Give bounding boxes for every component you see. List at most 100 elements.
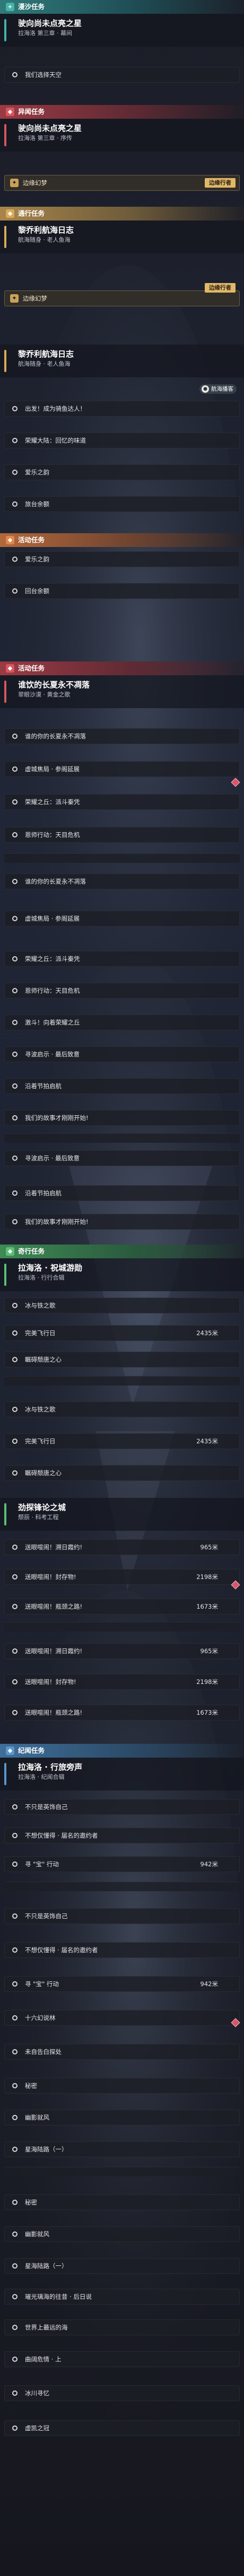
quest-step[interactable]: 送眼喧闹！瓶颈之路! 1673米	[4, 1705, 240, 1721]
quest-step[interactable]: 送眼喧闹！溯日霞约! 965米	[4, 1643, 240, 1659]
quest-title: 驶向尚未点亮之星	[18, 123, 82, 133]
quest-step[interactable]: 幽影就风	[4, 2226, 240, 2242]
quest-title: 黎乔利航海日志	[18, 349, 74, 359]
quest-step[interactable]: 谁的你的长夏永不凋落	[4, 874, 240, 889]
quest-entry[interactable]: 谁饮的长夏永不凋落 翠眼沙漠 · 黄金之歌	[0, 675, 244, 708]
quest-step[interactable]: 虚凯之冠	[4, 2420, 240, 2436]
quest-step[interactable]: 荣耀大陆：回忆的味道	[4, 433, 240, 448]
quest-step[interactable]: 不只是英饰自己	[4, 1908, 240, 1924]
quest-entry[interactable]: 拉海洛 · 祝城游勋 拉海洛 · 行行合辑	[0, 1258, 244, 1291]
circle-icon	[12, 1357, 18, 1362]
quest-subtitle: 颓辰 · 科考工程	[18, 1514, 59, 1521]
quest-step[interactable]: 完美飞行日 2435米	[4, 1325, 240, 1341]
quest-step[interactable]: 恩师行动：天目危机	[4, 983, 240, 999]
quest-step[interactable]: 不想仅懂得 · 届名的邀约者	[4, 1942, 240, 1958]
quest-step[interactable]: 冰与铁之歌	[4, 1298, 240, 1313]
quest-entry[interactable]: 拉海洛 · 行旅旁声 拉海洛 · 纪闻合辑	[0, 1758, 244, 1790]
quest-step[interactable]: 十六幻说林	[4, 2010, 240, 2026]
quest-step[interactable]: 未自告白探处	[4, 2044, 240, 2060]
quest-step[interactable]: 我们选择天空	[4, 67, 240, 83]
step-label: 秘密	[25, 2082, 37, 2089]
quest-step[interactable]: 曲阔危情 · 上	[4, 2351, 240, 2367]
quest-entry[interactable]: 驶向尚未点亮之星 拉海洛 第三章 · 幕间	[0, 14, 244, 47]
quest-step[interactable]: 激斗！向着荣耀之丘	[4, 1014, 240, 1030]
quest-step[interactable]: 寻波启示 · 最后致意	[4, 1150, 240, 1166]
quest-step[interactable]: 旅台余额	[4, 496, 240, 512]
quest-step[interactable]: 出发！成为骑鱼达人！	[4, 401, 240, 417]
quest-step[interactable]: 荣耀之丘：派斗秦凭	[4, 951, 240, 967]
quest-step[interactable]: 星海陆路（一）	[4, 2258, 240, 2274]
quest-entry[interactable]: 劲探锋论之城 颓辰 · 科考工程	[0, 1498, 244, 1531]
diamond-icon: ◆	[6, 108, 14, 116]
section-header-yiwen[interactable]: ◆ 异闻任务	[0, 105, 244, 119]
quest-step[interactable]: 沿着节拍启航	[4, 1185, 240, 1201]
divider-bar	[4, 1882, 240, 1891]
quest-step[interactable]: 璀光璃海的往昔 · 后日说	[4, 2289, 240, 2305]
step-label: 回台余额	[25, 587, 49, 595]
quest-step[interactable]: 寻波启示 · 最后致意	[4, 1046, 240, 1062]
quest-entry[interactable]: 黎乔利航海日志 航海随身 · 老人鱼海	[0, 345, 244, 377]
quest-step[interactable]: 回台余额	[4, 583, 240, 599]
step-label: 寻 "宝" 行动	[25, 1980, 59, 1988]
quest-step[interactable]: 送眼喧闹！溯日霞约! 965米	[4, 1539, 240, 1555]
quest-step[interactable]: 送眼喧闹！瓶颈之路! 1673米	[4, 1599, 240, 1615]
quest-step[interactable]: 寻 "宝" 行动 942米	[4, 1976, 240, 1992]
circle-icon	[12, 557, 18, 562]
quest-step[interactable]: 恩师行动：天目危机	[4, 827, 240, 843]
circle-icon	[12, 2147, 18, 2152]
quest-step[interactable]: 送眼喧闹！封存物! 2198米	[4, 1674, 240, 1690]
section-header-jianghu[interactable]: + 漫沙任务	[0, 0, 244, 14]
circle-icon	[12, 734, 18, 739]
marker-diamond-icon	[231, 778, 240, 787]
step-label: 未自告白探处	[25, 2048, 62, 2055]
quest-step[interactable]: 寻 "宝" 行动 942米	[4, 1856, 240, 1872]
quest-accent-bar	[4, 19, 6, 41]
quest-step[interactable]: 世界上最远的海	[4, 2319, 240, 2335]
circle-icon	[12, 1330, 18, 1336]
quest-step[interactable]: 爱乐之韵	[4, 551, 240, 567]
quest-step[interactable]: 星海陆路（一）	[4, 2141, 240, 2157]
quest-entry[interactable]: 黎乔利航海日志 航海随身 · 老人鱼海	[0, 220, 244, 253]
divider-bar	[4, 1622, 240, 1631]
section-header-tongxing[interactable]: ◆ 通行任务	[0, 207, 244, 220]
step-label: 边缘幻梦	[23, 295, 47, 302]
step-label: 不只是英饰自己	[25, 1912, 68, 1920]
quest-step[interactable]: 冰川寻忆	[4, 2385, 240, 2401]
quest-step[interactable]: 秘密	[4, 2078, 240, 2094]
quest-step[interactable]: 谁的你的长夏永不凋落	[4, 728, 240, 744]
quest-step[interactable]: 虚城焦局 · 参阁延展	[4, 911, 240, 927]
section-header-huodong-2[interactable]: ◆ 活动任务	[0, 661, 244, 675]
section-header-jiwen[interactable]: ◆ 纪闻任务	[0, 1744, 244, 1758]
quest-step[interactable]: 秘密	[4, 2194, 240, 2210]
quest-step[interactable]: 幽影就风	[4, 2110, 240, 2125]
quest-step[interactable]: 冰与铁之歌	[4, 1401, 240, 1417]
quest-step[interactable]: 不只是英饰自己	[4, 1799, 240, 1815]
quest-step[interactable]: 我们的故事才刚刚开始!	[4, 1110, 240, 1126]
circle-icon	[12, 1833, 18, 1838]
quest-step[interactable]: 送眼喧闹！封存物! 2198米	[4, 1569, 240, 1585]
gear-icon: ✦	[10, 294, 19, 303]
quest-step[interactable]: 瞩碍颓唐之心	[4, 1465, 240, 1481]
section-header-huodong[interactable]: ◆ 活动任务	[0, 533, 244, 547]
quest-entry[interactable]: 驶向尚未点亮之星 拉海洛 第三章 · 序传	[0, 119, 244, 152]
step-label: 世界上最远的海	[25, 2324, 68, 2331]
quest-step[interactable]: 沿着节拍启航	[4, 1078, 240, 1094]
tag-label: 航海播客	[211, 386, 233, 392]
circle-icon	[12, 406, 18, 411]
circle-icon	[12, 1545, 18, 1550]
quest-step[interactable]: 不想仅懂得 · 届名的邀约者	[4, 1828, 240, 1843]
circle-icon	[12, 2015, 18, 2021]
quest-step[interactable]: 我们的故事才刚刚开始!	[4, 1214, 240, 1230]
quest-step[interactable]: 完美飞行日 2435米	[4, 1433, 240, 1449]
step-label: 旅台余额	[25, 500, 49, 508]
section-header-qixing[interactable]: ◆ 奇行任务	[0, 1245, 244, 1258]
quest-accent-bar	[4, 350, 6, 372]
quest-step-gear[interactable]: ✦ 边缘幻梦	[4, 290, 240, 306]
quest-step[interactable]: 荣耀之丘：派斗秦凭	[4, 794, 240, 810]
quest-step[interactable]: 瞩碍颓唐之心	[4, 1352, 240, 1368]
quest-step[interactable]: 爱乐之韵	[4, 464, 240, 480]
step-label: 不想仅懂得 · 届名的邀约者	[25, 1832, 98, 1839]
role-tag: 边缘行者	[205, 283, 236, 293]
circle-icon	[12, 1190, 18, 1196]
quest-step[interactable]: 虚城焦局 · 参阁延展	[4, 761, 240, 777]
